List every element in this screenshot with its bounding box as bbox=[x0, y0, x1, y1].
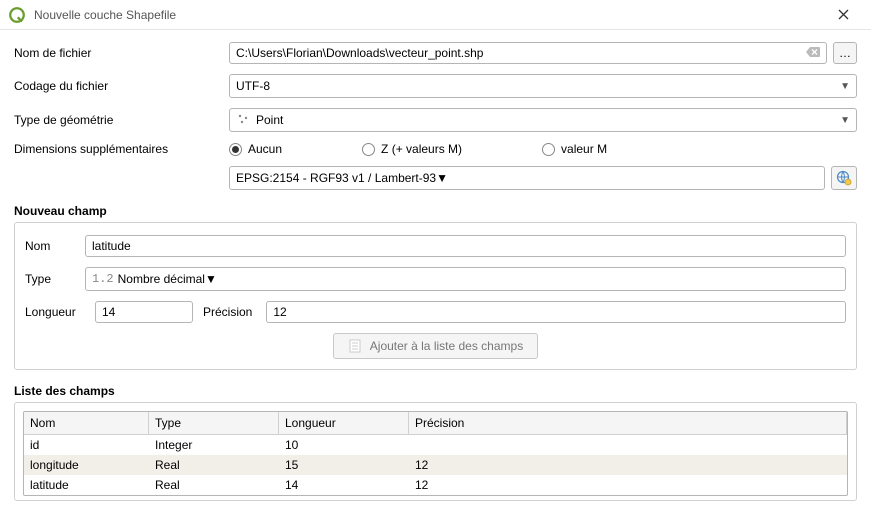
filename-row: Nom de fichier C:\Users\Florian\Download… bbox=[14, 42, 857, 64]
dimensions-label: Dimensions supplémentaires bbox=[14, 142, 229, 156]
radio-icon bbox=[542, 143, 555, 156]
radio-m-label: valeur M bbox=[561, 142, 607, 156]
cell-type: Integer bbox=[149, 435, 279, 455]
close-icon bbox=[838, 9, 849, 20]
encoding-select[interactable]: UTF-8 ▼ bbox=[229, 74, 857, 98]
decimal-type-icon: 1.2 bbox=[92, 272, 114, 286]
close-button[interactable] bbox=[823, 7, 863, 23]
field-name-row: Nom bbox=[25, 235, 846, 257]
cell-precision: 12 bbox=[409, 455, 847, 475]
table-header: Nom Type Longueur Précision bbox=[24, 412, 847, 435]
field-type-label: Type bbox=[25, 272, 85, 286]
chevron-down-icon: ▼ bbox=[205, 272, 217, 286]
cell-name: id bbox=[24, 435, 149, 455]
point-icon bbox=[236, 112, 250, 129]
precision-label: Précision bbox=[203, 305, 252, 319]
crs-picker-button[interactable] bbox=[831, 166, 857, 190]
filename-label: Nom de fichier bbox=[14, 46, 229, 60]
length-input[interactable] bbox=[95, 301, 193, 323]
field-type-select[interactable]: 1.2 Nombre décimal ▼ bbox=[85, 267, 846, 291]
cell-name: longitude bbox=[24, 455, 149, 475]
field-type-value: Nombre décimal bbox=[118, 272, 205, 286]
globe-icon bbox=[836, 170, 852, 186]
chevron-down-icon: ▼ bbox=[840, 115, 850, 126]
th-type[interactable]: Type bbox=[149, 412, 279, 434]
radio-icon bbox=[229, 143, 242, 156]
table-row[interactable]: id Integer 10 bbox=[24, 435, 847, 455]
clear-icon[interactable] bbox=[806, 46, 820, 61]
th-precision[interactable]: Précision bbox=[409, 412, 847, 434]
field-type-row: Type 1.2 Nombre décimal ▼ bbox=[25, 267, 846, 291]
new-field-header: Nouveau champ bbox=[14, 204, 857, 218]
encoding-value: UTF-8 bbox=[236, 79, 270, 93]
filename-input[interactable]: C:\Users\Florian\Downloads\vecteur_point… bbox=[229, 42, 827, 64]
crs-row: EPSG:2154 - RGF93 v1 / Lambert-93 ▼ bbox=[14, 166, 857, 190]
geometry-label: Type de géométrie bbox=[14, 113, 229, 127]
dimensions-radio-group: Aucun Z (+ valeurs M) valeur M bbox=[229, 142, 857, 156]
add-list-icon bbox=[348, 338, 364, 354]
geometry-value: Point bbox=[256, 113, 283, 127]
cell-precision: 12 bbox=[409, 475, 847, 495]
geometry-select[interactable]: Point ▼ bbox=[229, 108, 857, 132]
chevron-down-icon: ▼ bbox=[436, 171, 448, 185]
filename-value: C:\Users\Florian\Downloads\vecteur_point… bbox=[236, 46, 483, 60]
th-name[interactable]: Nom bbox=[24, 412, 149, 434]
length-label: Longueur bbox=[25, 305, 81, 319]
geometry-row: Type de géométrie Point ▼ bbox=[14, 108, 857, 132]
radio-none[interactable]: Aucun bbox=[229, 142, 282, 156]
cell-length: 15 bbox=[279, 455, 409, 475]
length-precision-row: Longueur Précision bbox=[25, 301, 846, 323]
encoding-label: Codage du fichier bbox=[14, 79, 229, 93]
chevron-down-icon: ▼ bbox=[840, 81, 850, 92]
cell-type: Real bbox=[149, 475, 279, 495]
radio-icon bbox=[362, 143, 375, 156]
field-name-label: Nom bbox=[25, 239, 85, 253]
cell-length: 14 bbox=[279, 475, 409, 495]
crs-select[interactable]: EPSG:2154 - RGF93 v1 / Lambert-93 ▼ bbox=[229, 166, 825, 190]
table-row[interactable]: latitude Real 14 12 bbox=[24, 475, 847, 495]
th-length[interactable]: Longueur bbox=[279, 412, 409, 434]
browse-button[interactable]: … bbox=[833, 42, 857, 64]
precision-input[interactable] bbox=[266, 301, 846, 323]
titlebar: Nouvelle couche Shapefile bbox=[0, 0, 871, 30]
cell-precision bbox=[409, 435, 847, 455]
fields-list-header: Liste des champs bbox=[14, 384, 857, 398]
cell-type: Real bbox=[149, 455, 279, 475]
qgis-logo-icon bbox=[8, 6, 26, 24]
ellipsis-icon: … bbox=[839, 46, 851, 60]
add-field-label: Ajouter à la liste des champs bbox=[370, 339, 523, 353]
radio-zm-label: Z (+ valeurs M) bbox=[381, 142, 462, 156]
radio-zm[interactable]: Z (+ valeurs M) bbox=[362, 142, 462, 156]
fields-list-group: Nom Type Longueur Précision id Integer 1… bbox=[14, 402, 857, 501]
radio-m[interactable]: valeur M bbox=[542, 142, 607, 156]
dimensions-row: Dimensions supplémentaires Aucun Z (+ va… bbox=[14, 142, 857, 156]
encoding-row: Codage du fichier UTF-8 ▼ bbox=[14, 74, 857, 98]
cell-name: latitude bbox=[24, 475, 149, 495]
table-row[interactable]: longitude Real 15 12 bbox=[24, 455, 847, 475]
field-name-input[interactable] bbox=[85, 235, 846, 257]
radio-none-label: Aucun bbox=[248, 142, 282, 156]
fields-table: Nom Type Longueur Précision id Integer 1… bbox=[23, 411, 848, 496]
crs-value: EPSG:2154 - RGF93 v1 / Lambert-93 bbox=[236, 171, 436, 185]
add-field-button[interactable]: Ajouter à la liste des champs bbox=[333, 333, 538, 359]
new-field-group: Nom Type 1.2 Nombre décimal ▼ Longueur P… bbox=[14, 222, 857, 370]
window-title: Nouvelle couche Shapefile bbox=[34, 8, 823, 22]
dialog-content: Nom de fichier C:\Users\Florian\Download… bbox=[0, 30, 871, 529]
cell-length: 10 bbox=[279, 435, 409, 455]
